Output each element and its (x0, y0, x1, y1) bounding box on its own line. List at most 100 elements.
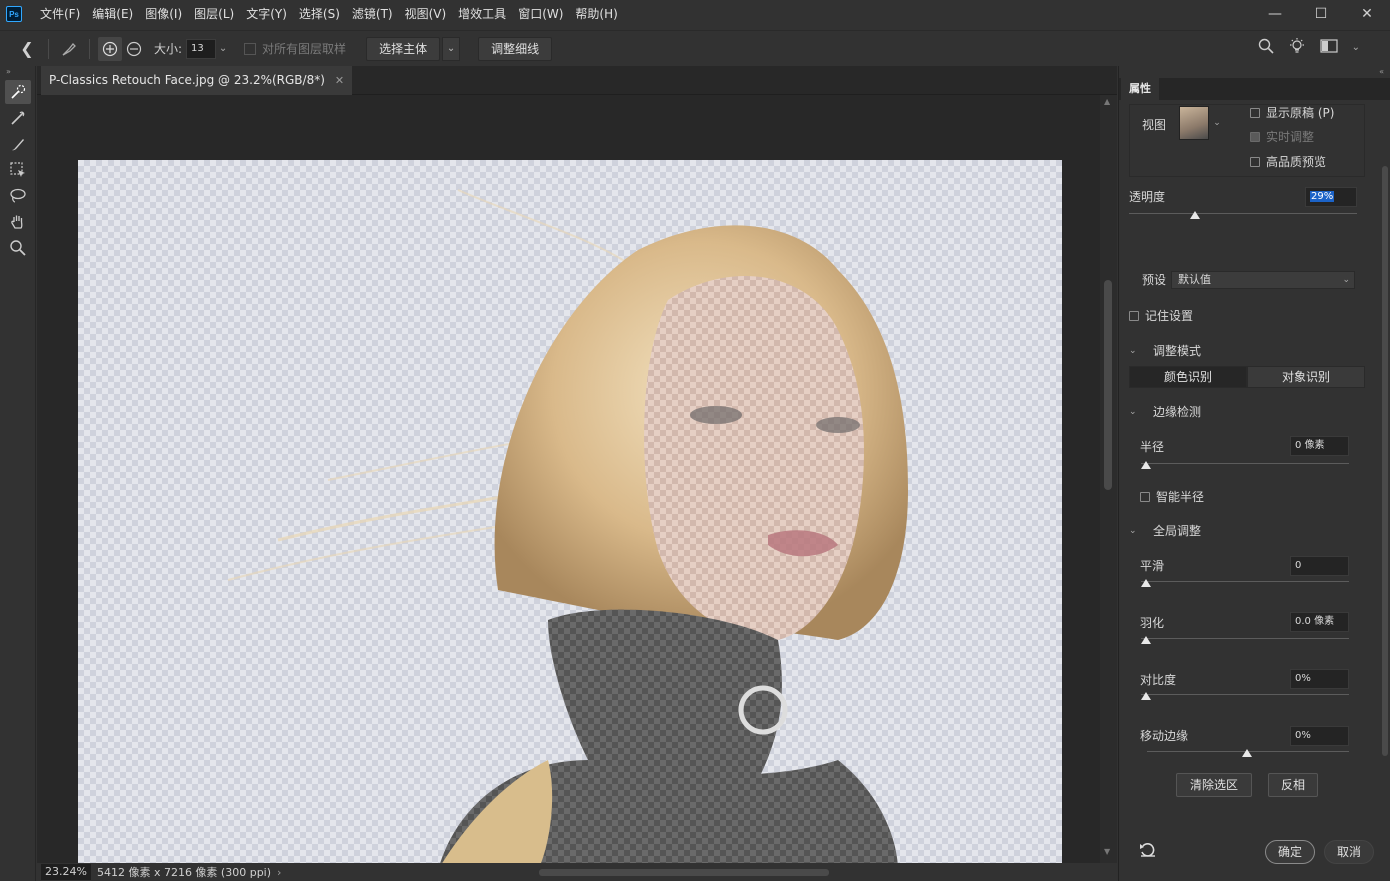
refine-hair-button[interactable]: 调整细线 (478, 36, 553, 61)
color-aware-button[interactable]: 颜色识别 (1129, 366, 1247, 388)
chevron-down-icon[interactable]: ⌄ (1129, 346, 1137, 356)
horizontal-scrollbar[interactable] (277, 867, 1097, 877)
scroll-down-icon[interactable]: ▼ (1104, 847, 1110, 856)
opacity-slider[interactable] (1129, 213, 1357, 214)
object-selection-tool-icon[interactable] (5, 158, 31, 182)
chevron-down-icon[interactable]: ⌄ (1352, 42, 1360, 53)
contrast-slider-thumb[interactable] (1141, 692, 1151, 700)
sample-all-layers-checkbox[interactable] (244, 42, 257, 55)
document-tab[interactable]: P-Classics Retouch Face.jpg @ 23.2%(RGB/… (41, 66, 353, 95)
close-icon[interactable]: ✕ (1344, 0, 1390, 28)
chevron-down-icon[interactable]: ⌄ (216, 39, 230, 59)
tools-panel: » (0, 66, 36, 881)
menu-type[interactable]: 文字(Y) (240, 0, 293, 28)
opacity-label: 透明度 (1129, 190, 1166, 204)
tab-properties[interactable]: 属性 (1121, 78, 1159, 100)
select-subject-dropdown-icon[interactable]: ⌄ (442, 36, 461, 61)
maximize-icon[interactable]: ☐ (1298, 0, 1344, 28)
minimize-icon[interactable]: — (1252, 0, 1298, 28)
add-to-selection-icon[interactable] (98, 36, 122, 61)
menu-image[interactable]: 图像(I) (139, 0, 188, 28)
cancel-button[interactable]: 取消 (1324, 840, 1374, 864)
menu-select[interactable]: 选择(S) (293, 0, 346, 28)
shift-edge-slider-thumb[interactable] (1242, 749, 1252, 757)
zoom-tool-icon[interactable] (5, 236, 31, 260)
close-tab-icon[interactable]: ✕ (335, 66, 344, 95)
feather-slider[interactable] (1141, 638, 1349, 639)
portrait-image (227, 189, 908, 863)
contrast-field[interactable]: 0% (1290, 669, 1349, 689)
subtract-from-selection-icon[interactable] (122, 37, 146, 61)
object-aware-button[interactable]: 对象识别 (1247, 366, 1365, 388)
scroll-thumb[interactable] (1104, 280, 1112, 490)
smart-radius-checkbox[interactable] (1140, 492, 1150, 502)
document-image[interactable] (78, 160, 1062, 863)
show-original-checkbox[interactable] (1250, 108, 1260, 118)
select-subject-button[interactable]: 选择主体 (366, 36, 441, 61)
smooth-field[interactable]: 0 (1290, 556, 1349, 576)
document-info[interactable]: 5412 像素 x 7216 像素 (300 ppi) (97, 864, 271, 880)
brush-preset-icon[interactable] (57, 37, 81, 61)
menu-window[interactable]: 窗口(W) (512, 0, 569, 28)
quick-selection-tool-icon[interactable] (5, 80, 31, 104)
scroll-up-icon[interactable]: ▲ (1104, 97, 1110, 106)
refine-edge-brush-icon[interactable] (5, 106, 31, 130)
document-tab-title: P-Classics Retouch Face.jpg @ 23.2%(RGB/… (49, 73, 325, 87)
view-dropdown-icon[interactable]: ⌄ (1211, 106, 1223, 140)
realtime-adjust-label: 实时调整 (1266, 130, 1315, 144)
realtime-adjust-checkbox[interactable] (1250, 132, 1260, 142)
menu-plugins[interactable]: 增效工具 (452, 0, 512, 28)
workspace-layout-icon[interactable] (1320, 39, 1338, 56)
shift-edge-label: 移动边缘 (1140, 729, 1189, 743)
canvas-area[interactable] (37, 95, 1100, 863)
hand-tool-icon[interactable] (5, 210, 31, 234)
view-label: 视图 (1142, 118, 1167, 132)
panel-scrollbar[interactable] (1381, 106, 1389, 866)
contrast-slider[interactable] (1141, 694, 1349, 695)
view-mode-thumbnail[interactable] (1179, 106, 1209, 140)
zoom-level[interactable]: 23.24% (41, 864, 91, 880)
menu-filter[interactable]: 滤镜(T) (346, 0, 399, 28)
horizontal-scroll-thumb[interactable] (539, 869, 829, 876)
preset-value: 默认值 (1178, 273, 1211, 286)
back-arrow-icon[interactable]: ❮ (14, 36, 40, 62)
size-label: 大小: (154, 42, 183, 56)
lasso-tool-icon[interactable] (5, 184, 31, 208)
opacity-slider-thumb[interactable] (1190, 211, 1201, 219)
collapse-panel-icon[interactable]: « (1119, 66, 1390, 78)
opacity-field[interactable]: 29% (1305, 187, 1357, 207)
brush-tool-icon[interactable] (5, 132, 31, 156)
opacity-value: 29% (1310, 191, 1335, 202)
global-refine-heading: 全局调整 (1153, 524, 1202, 538)
feather-slider-thumb[interactable] (1141, 636, 1151, 644)
menu-file[interactable]: 文件(F) (34, 0, 86, 28)
vertical-scrollbar[interactable]: ▲ ▼ (1100, 95, 1117, 863)
menu-view[interactable]: 视图(V) (399, 0, 453, 28)
feather-field[interactable]: 0.0 像素 (1290, 612, 1349, 632)
shift-edge-field[interactable]: 0% (1290, 726, 1349, 746)
invert-button[interactable]: 反相 (1268, 773, 1318, 797)
contrast-label: 对比度 (1140, 673, 1177, 687)
status-bar: 23.24% 5412 像素 x 7216 像素 (300 ppi) › (37, 863, 1117, 881)
menu-help[interactable]: 帮助(H) (569, 0, 623, 28)
chevron-down-icon[interactable]: ⌄ (1129, 407, 1137, 417)
radius-slider[interactable] (1141, 463, 1349, 464)
reset-icon[interactable] (1139, 842, 1157, 861)
chevron-down-icon[interactable]: ⌄ (1129, 526, 1137, 536)
radius-field[interactable]: 0 像素 (1290, 436, 1349, 456)
radius-slider-thumb[interactable] (1141, 461, 1151, 469)
preset-select[interactable]: 默认值 ⌄ (1171, 271, 1355, 289)
menu-edit[interactable]: 编辑(E) (86, 0, 139, 28)
size-input[interactable]: 13 (186, 38, 217, 59)
menu-layer[interactable]: 图层(L) (188, 0, 240, 28)
panel-scroll-thumb[interactable] (1382, 166, 1388, 756)
clear-selection-button[interactable]: 清除选区 (1176, 773, 1252, 797)
ok-button[interactable]: 确定 (1265, 840, 1315, 864)
remember-settings-checkbox[interactable] (1129, 311, 1139, 321)
smooth-slider[interactable] (1141, 581, 1349, 582)
hq-preview-checkbox[interactable] (1250, 157, 1260, 167)
collapse-icon[interactable]: » (0, 66, 35, 78)
search-icon[interactable] (1258, 38, 1274, 57)
smooth-slider-thumb[interactable] (1141, 579, 1151, 587)
lightbulb-icon[interactable] (1288, 37, 1306, 58)
